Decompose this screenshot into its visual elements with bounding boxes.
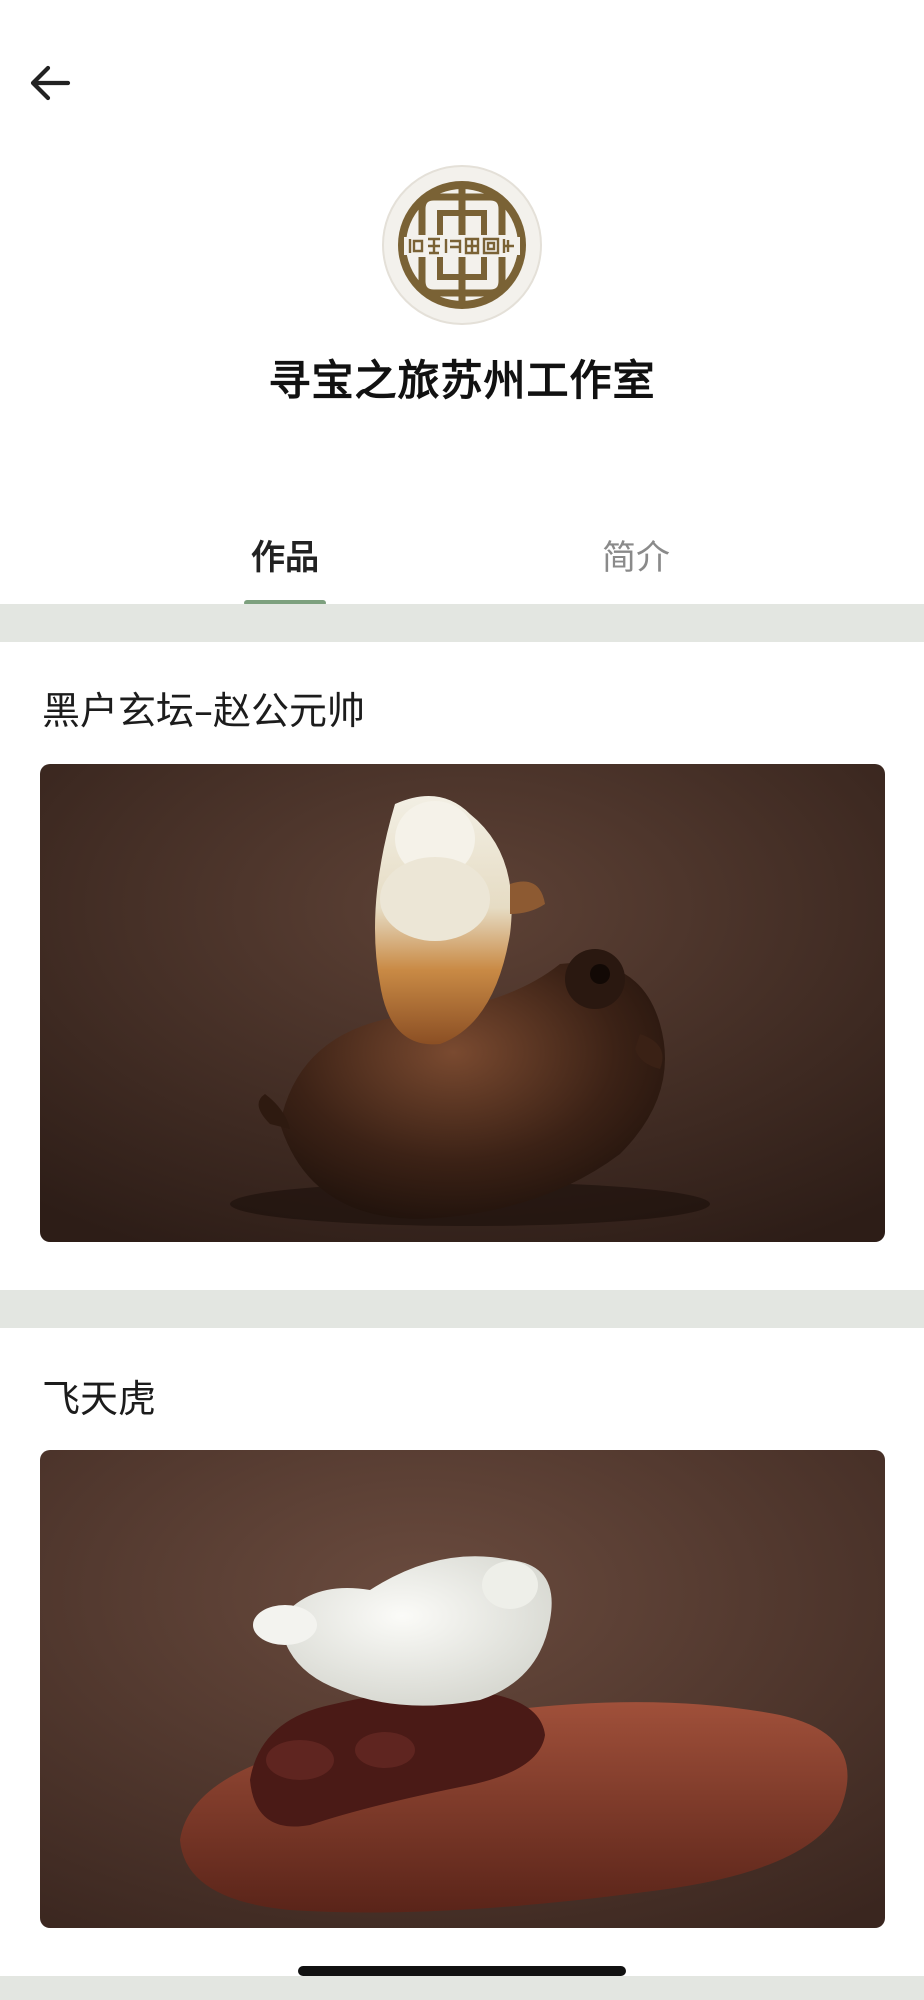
work-title[interactable]: 飞天虎 <box>42 1368 156 1423</box>
section-divider <box>0 604 924 642</box>
work-image-flying-tiger[interactable] <box>40 1450 885 1928</box>
studio-name: 寻宝之旅苏州工作室 <box>268 356 656 405</box>
white-jade-tiger-on-wood-stand-image <box>40 1450 885 1928</box>
tab-intro[interactable]: 简介 <box>536 530 736 579</box>
section-divider <box>0 1290 924 1328</box>
tab-works[interactable]: 作品 <box>185 530 385 579</box>
top-bar <box>0 0 924 150</box>
studio-logo-seal <box>398 181 526 309</box>
home-indicator <box>298 1966 626 1976</box>
arrow-left-icon <box>30 65 71 101</box>
work-title[interactable]: 黑户玄坛–赵公元帅 <box>42 680 365 735</box>
section-divider <box>0 1976 924 2000</box>
studio-profile: 寻宝之旅苏州工作室 <box>0 165 924 408</box>
jade-carving-figure-on-wood-image <box>40 764 885 1242</box>
work-image-zhaogong[interactable] <box>40 764 885 1242</box>
tab-bar: 作品 简介 <box>0 530 924 605</box>
back-button[interactable] <box>28 58 88 108</box>
avatar <box>382 165 542 325</box>
